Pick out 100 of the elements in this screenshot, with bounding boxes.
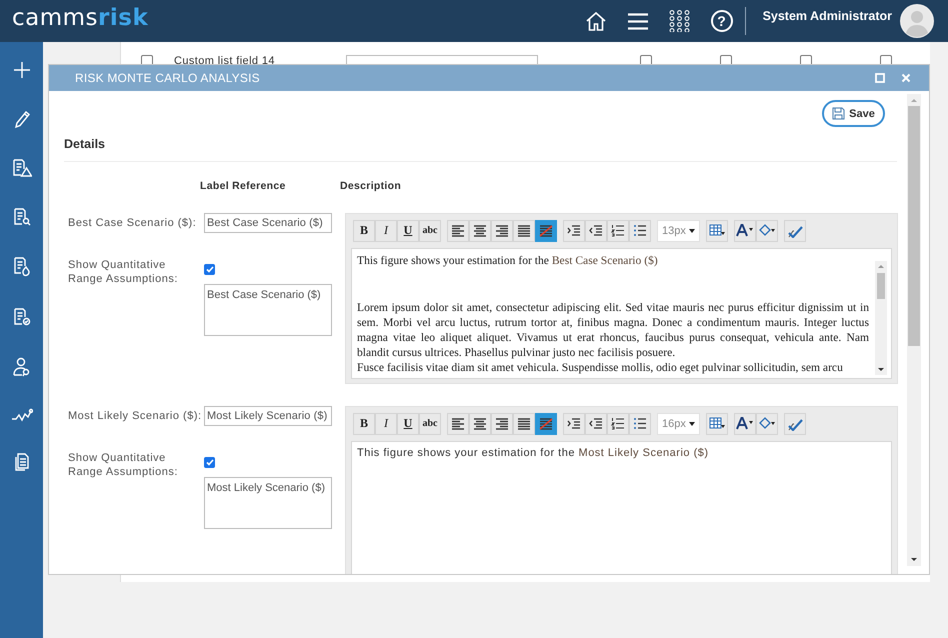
checkbox[interactable] — [204, 264, 215, 275]
align-button[interactable] — [535, 412, 557, 434]
menu-icon[interactable] — [626, 12, 649, 30]
font-size-dropdown[interactable]: 13px — [657, 220, 700, 242]
avatar-icon[interactable] — [900, 4, 934, 38]
field-label: Best Case Scenario ($): — [68, 216, 198, 230]
indent-button[interactable] — [563, 412, 585, 434]
text-area[interactable]: Best Case Scenario ($) — [204, 284, 332, 336]
field-label: Most Likely Scenario ($): — [68, 409, 203, 423]
fill-color-button[interactable] — [756, 412, 778, 434]
bullet-list-icon — [633, 224, 647, 237]
table-icon — [709, 224, 725, 237]
align-button[interactable] — [469, 412, 491, 434]
pencil-icon[interactable] — [14, 110, 30, 128]
crossed-lines-icon — [539, 224, 553, 236]
numbered-list-button[interactable] — [607, 220, 629, 242]
align-button[interactable] — [491, 412, 513, 434]
format-button[interactable]: B — [353, 220, 375, 242]
format-button[interactable]: U — [397, 412, 419, 434]
checkmark-icon — [786, 416, 804, 430]
fill-color-button[interactable] — [756, 220, 778, 242]
outdent-icon — [589, 417, 603, 430]
spell-check-button[interactable] — [784, 220, 806, 242]
field-label: Custom list field 14 — [174, 55, 276, 67]
field-label: Show Quantitative Range Assumptions: — [68, 451, 179, 479]
table-button[interactable] — [706, 412, 728, 434]
save-button[interactable]: Save — [822, 100, 885, 127]
apps-grid-icon[interactable] — [668, 10, 691, 32]
paint-bucket-icon — [758, 224, 776, 237]
paragraph: This figure shows your estimation for the Best Case Scenario ($) — [357, 253, 659, 268]
indent-icon — [567, 417, 581, 430]
caret-icon — [689, 228, 695, 232]
document-flame-icon[interactable] — [12, 257, 30, 277]
align-left-icon — [451, 418, 465, 430]
indent-button[interactable] — [563, 220, 585, 242]
align-button[interactable] — [447, 412, 469, 434]
font-color-button[interactable] — [734, 412, 756, 434]
outdent-button[interactable] — [585, 412, 607, 434]
help-button[interactable]: ? — [710, 10, 733, 32]
paragraph: Fusce facilisis vitae diam sit amet vehicula. Suspendisse mollis, odio eget pulvinar sollicitudin, sem arcu — [357, 360, 844, 375]
text-area[interactable]: Most Likely Scenario ($) — [204, 477, 332, 529]
font-size-dropdown[interactable]: 16px — [657, 412, 700, 434]
justify-icon — [517, 418, 531, 430]
align-button[interactable] — [469, 220, 491, 242]
paint-bucket-icon — [758, 417, 776, 430]
bullet-list-icon — [633, 417, 647, 430]
align-button[interactable] — [447, 220, 469, 242]
bullet-list-button[interactable] — [629, 412, 651, 434]
column-header: Description — [340, 180, 402, 192]
trend-line-icon[interactable] — [10, 408, 32, 422]
home-icon[interactable] — [584, 11, 607, 31]
align-right-icon — [495, 224, 509, 236]
align-center-icon — [473, 418, 487, 430]
input-field[interactable]: Best Case Scenario ($) — [204, 213, 332, 233]
align-button[interactable] — [491, 220, 513, 242]
format-button[interactable]: I — [375, 220, 397, 242]
user-name[interactable]: System Administrator — [762, 9, 892, 23]
scrollbar[interactable] — [875, 261, 887, 375]
paragraph: Lorem ipsum dolor sit amet, consectetur adipiscing elit. Sed vitae mauris nec purus efficitur dignissim ut in sem. Morbi vel arcu luctus, rutrum tortor at, finibus magna. Donec a condimentum mauris. Integer luctus magna vitae leo aliquet aliquet. Vivamus ut erat rhoncus, faucibus purus consequat, vehicula ante. Nam blandit cursus ultrices. Phasellus pulvinar justo nec facilisis posuere. — [357, 300, 870, 360]
letter-a-icon — [736, 224, 754, 237]
checkbox[interactable] — [204, 457, 215, 468]
table-icon — [709, 417, 725, 430]
spell-check-button[interactable] — [784, 412, 806, 434]
field-label: Show Quantitative Range Assumptions: — [68, 258, 179, 286]
checkmark-icon — [786, 224, 804, 238]
section-title: Details — [64, 137, 106, 151]
format-button[interactable]: U — [397, 220, 419, 242]
table-button[interactable] — [706, 220, 728, 242]
document-search-icon[interactable] — [12, 208, 30, 226]
numbered-list-icon — [611, 224, 625, 237]
bullet-list-button[interactable] — [629, 220, 651, 242]
align-button[interactable] — [535, 220, 557, 242]
crossed-lines-icon — [539, 418, 553, 430]
plus-icon[interactable] — [12, 61, 30, 79]
document-check-icon[interactable] — [12, 308, 30, 326]
justify-icon — [517, 224, 531, 236]
checkmark-icon — [206, 459, 214, 466]
align-button[interactable] — [513, 412, 535, 434]
floppy-icon — [832, 107, 846, 120]
documents-icon[interactable] — [14, 453, 30, 471]
column-header: Label Reference — [200, 180, 287, 192]
align-button[interactable] — [513, 220, 535, 242]
align-left-icon — [451, 224, 465, 236]
input-field[interactable]: Most Likely Scenario ($) — [204, 406, 332, 426]
numbered-list-button[interactable] — [607, 412, 629, 434]
document-warning-icon[interactable] — [12, 159, 32, 177]
font-color-button[interactable] — [734, 220, 756, 242]
format-button[interactable]: I — [375, 412, 397, 434]
format-button[interactable]: abc — [419, 220, 441, 242]
scrollbar[interactable] — [907, 94, 921, 566]
format-button[interactable]: abc — [419, 412, 441, 434]
align-center-icon — [473, 224, 487, 236]
letter-a-icon — [736, 417, 754, 430]
indent-icon — [567, 224, 581, 237]
person-search-icon[interactable] — [12, 357, 30, 377]
format-button[interactable]: B — [353, 412, 375, 434]
caret-icon — [689, 422, 695, 426]
outdent-button[interactable] — [585, 220, 607, 242]
outdent-icon — [589, 224, 603, 237]
align-right-icon — [495, 418, 509, 430]
